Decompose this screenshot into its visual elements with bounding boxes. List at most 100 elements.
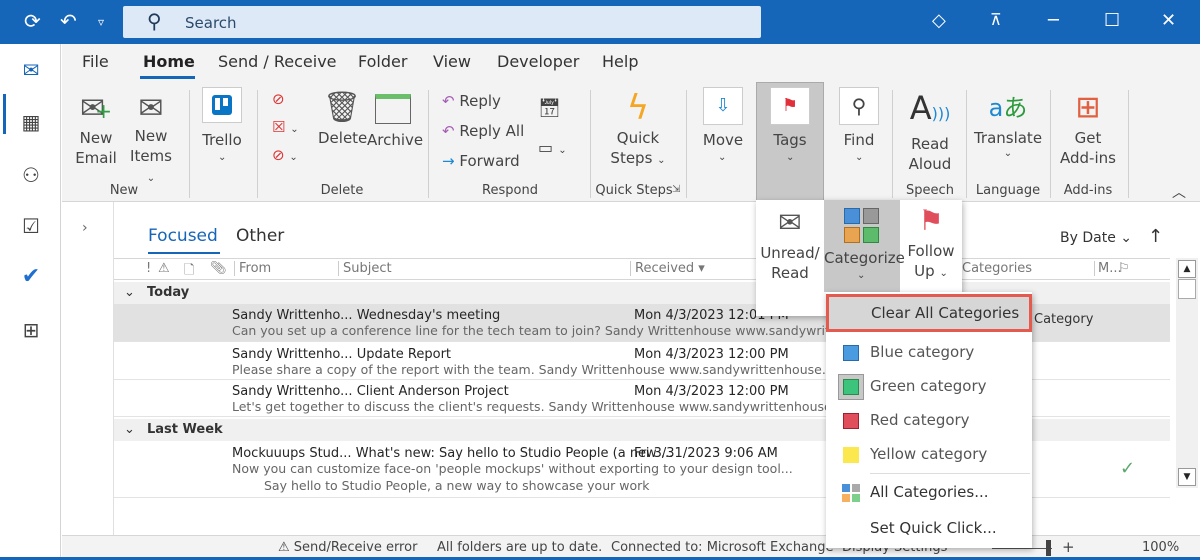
col-received[interactable]: Received ▾ [630,261,705,276]
get-addins-button[interactable]: ⊞ Get Add-ins [1058,88,1118,168]
move-button[interactable]: Move [696,130,750,150]
maximize-icon[interactable]: ☐ [1104,10,1120,31]
move-icon: ⇩ [703,87,743,125]
calendar-icon[interactable]: ▦ [17,108,45,136]
dialog-launcher-icon[interactable]: ⇲ [672,184,680,195]
reply-all-button[interactable]: ↶ Reply All [442,122,524,140]
forward-button[interactable]: → Forward [442,152,520,170]
categorize-button[interactable]: Categorize ⌄ [824,200,905,292]
scroll-up-icon[interactable]: ▲ [1178,260,1196,278]
new-email-button[interactable]: ✉+ New Email [74,92,118,168]
title-bar: ⟳ ↶ ▿ ⚲ Search ◇ ⊼ ─ ☐ ✕ [0,0,1200,44]
col-from[interactable]: From [234,261,271,276]
read-aloud-button[interactable]: A))) Read Aloud [900,88,960,174]
premium-diamond-icon[interactable]: ◇ [932,10,946,31]
tab-other[interactable]: Other [236,226,284,246]
search-input[interactable]: Search [185,14,237,32]
forward-icon: → [442,152,455,170]
group-speech: Speech [906,183,954,198]
follow-up-button[interactable]: ⚑ Follow Up ⌄ [900,200,962,292]
separator [428,90,429,198]
trello-icon [202,87,242,123]
translate-button[interactable]: aあ Translate ⌄ [972,88,1044,159]
clean-up-icon[interactable]: ☒ ⌄ [272,118,299,136]
expand-folder-pane-icon[interactable]: › [82,220,88,236]
sort-by-button[interactable]: By Date ⌄ [1060,230,1132,246]
icon-col-icon[interactable]: 🗋︎ [184,261,194,283]
apps-icon[interactable]: ⊞ [17,316,45,344]
folders-status: All folders are up to date. [437,540,603,555]
reminder-col-icon[interactable]: ⚠︎ [158,261,170,276]
minimize-icon[interactable]: ─ [1048,10,1059,31]
archive-button[interactable]: Archive [367,88,423,150]
tab-help[interactable]: Help [602,52,638,71]
done-check-icon[interactable]: ✓ [1120,458,1135,479]
lightning-icon: ϟ [626,88,650,128]
importance-col-icon[interactable]: ! [146,261,151,276]
red-swatch [843,413,859,429]
ignore-icon[interactable]: ⊘ [272,90,285,108]
archive-icon [375,94,411,124]
yellow-category-item[interactable]: Yellow category [826,438,1032,472]
send-receive-error[interactable]: ⚠ Send/Receive error [278,540,417,555]
close-icon[interactable]: ✕ [1161,10,1176,31]
set-quick-click-item[interactable]: Set Quick Click... [826,512,1032,546]
chevron-down-icon: ⌄ [218,152,227,163]
zoom-slider-thumb[interactable] [1046,540,1051,556]
junk-icon[interactable]: ⊘ ⌄ [272,146,298,164]
mail-icon[interactable]: ✉ [17,56,45,84]
delete-button[interactable]: 🗑︎ Delete [318,88,367,148]
people-icon[interactable]: ⚇ [17,161,45,189]
col-subject[interactable]: Subject [338,261,392,276]
find-icon: ⚲ [839,87,879,125]
flag-col-icon[interactable]: ⚐ [1118,261,1130,276]
attachment-col-icon[interactable]: 📎︎ [210,261,227,276]
undo-icon[interactable]: ↶ [60,9,77,33]
tab-view[interactable]: View [433,52,471,71]
more-respond-icon[interactable]: ▭ ⌄ [538,138,567,157]
tab-file[interactable]: File [82,52,109,71]
tab-folder[interactable]: Folder [358,52,407,71]
coming-soon-icon[interactable]: ⊼ [990,10,1002,29]
tab-home[interactable]: Home [143,52,195,71]
collapse-ribbon-icon[interactable]: ︿ [1172,182,1186,202]
app-rail: ✉ ▦ ⚇ ☑ ✔ ⊞ [0,44,61,560]
unread-read-button[interactable]: ✉ Unread/ Read [756,200,824,316]
col-categories[interactable]: Categories [962,261,1032,276]
sync-icon[interactable]: ⟳ [24,9,41,33]
scroll-thumb[interactable] [1178,279,1196,299]
meeting-reply-icon[interactable]: 📅︎ [538,98,561,119]
vertical-scrollbar[interactable]: ▲ ▼ [1176,258,1198,488]
chevron-down-icon: ⌄ [855,152,864,163]
ribbon: ✉+ New Email ✉ New Items ⌄ New Trello ⌄ … [62,80,1200,202]
red-category-item[interactable]: Red category [826,404,1032,438]
new-items-button[interactable]: ✉ New Items ⌄ [128,92,174,189]
trello-button[interactable]: Trello [198,130,246,150]
zoom-slider[interactable] [992,548,1052,549]
scroll-down-icon[interactable]: ▼ [1178,468,1196,486]
focused-underline [148,252,220,254]
tab-developer[interactable]: Developer [497,52,579,71]
warning-icon: ⚠ [278,540,290,555]
customize-toolbar-icon[interactable]: ▿ [98,15,104,29]
folder-pane-collapsed: › [62,202,114,535]
todo-icon[interactable]: ✔ [17,262,45,290]
collapse-icon: ⌄ [124,285,135,300]
chevron-down-icon: ⌄ [786,152,795,163]
sort-direction-icon[interactable]: ↑ [1148,226,1163,247]
tab-focused[interactable]: Focused [148,226,218,246]
quick-steps-button[interactable]: ϟ Quick Steps ⌄ [602,88,674,171]
zoom-in-icon[interactable]: + [1062,538,1075,556]
new-email-icon: ✉+ [80,91,112,126]
green-category-item[interactable]: Green category [826,370,1032,404]
tasks-icon[interactable]: ☑ [17,212,45,240]
tab-send-receive[interactable]: Send / Receive [218,52,337,71]
collapse-icon: ⌄ [124,422,135,437]
all-categories-item[interactable]: All Categories... [826,476,1032,510]
active-tab-underline [140,76,195,79]
reply-button[interactable]: ↶ Reply [442,92,501,110]
blue-category-item[interactable]: Blue category [826,336,1032,370]
clear-all-categories-item[interactable]: Clear All Categories [826,294,1032,332]
find-button[interactable]: Find [832,130,886,150]
search-box[interactable]: ⚲ Search [123,6,761,38]
